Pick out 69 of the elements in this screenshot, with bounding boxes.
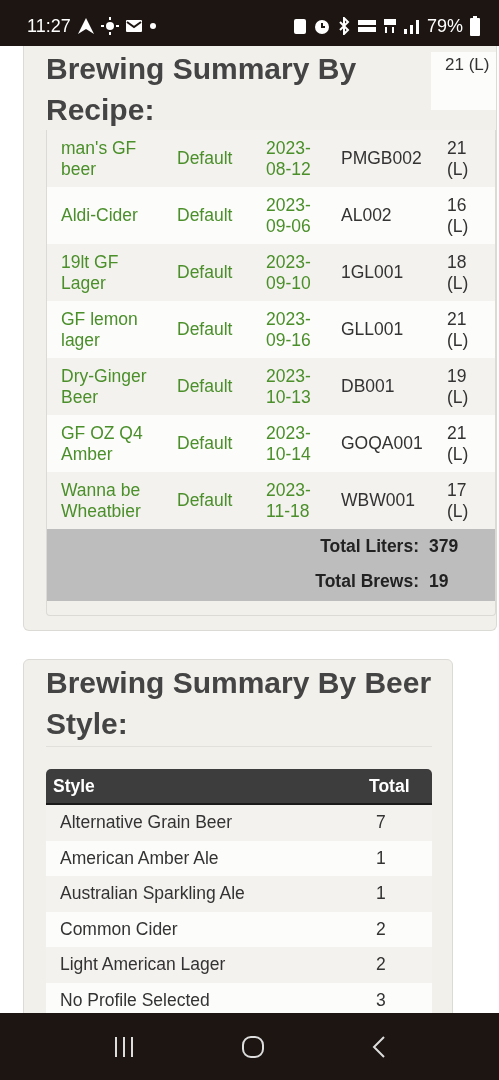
brewer-link[interactable]: Default bbox=[163, 376, 252, 397]
recipe-link[interactable]: GF OZ Q4 Amber bbox=[47, 422, 147, 465]
table-cell-text: 21 (L) bbox=[446, 422, 470, 465]
recipe-link[interactable]: man's GF beer bbox=[47, 137, 147, 180]
dot-icon bbox=[148, 22, 157, 30]
brewer-link[interactable]: Default bbox=[163, 319, 252, 340]
date-link[interactable]: 2023-09-10 bbox=[252, 251, 316, 294]
table-cell-text: WBW001 bbox=[340, 490, 416, 511]
sun-icon bbox=[100, 17, 119, 35]
date-link[interactable]: 2023-10-13 bbox=[252, 365, 316, 408]
total-value: 379 bbox=[429, 536, 460, 557]
table-cell-text: 2 bbox=[375, 954, 387, 976]
table-cell-text: 2 bbox=[375, 918, 387, 940]
recipe-link[interactable]: Dry-Ginger Beer bbox=[47, 365, 147, 408]
table-cell-text: PMGB002 bbox=[340, 148, 423, 169]
table-cell-text: 17 (L) bbox=[446, 479, 470, 522]
brewer-link[interactable]: Default bbox=[163, 205, 252, 226]
brewer-link[interactable]: Default bbox=[163, 262, 252, 283]
table-cell-text: 19 (L) bbox=[446, 365, 470, 408]
signal-icon bbox=[402, 18, 421, 34]
table-cell-text: DB001 bbox=[340, 376, 396, 397]
table-cell-text: 1GL001 bbox=[340, 262, 405, 283]
table-cell-text: GOQA001 bbox=[340, 433, 424, 454]
recipe-link[interactable]: GF lemon lager bbox=[47, 308, 147, 351]
recipe-link[interactable]: Aldi-Cider bbox=[47, 205, 147, 226]
recipe-link[interactable]: Wanna be Wheatbier bbox=[47, 479, 147, 522]
recent-apps-icon[interactable] bbox=[113, 1036, 136, 1057]
table-cell-text: 18 (L) bbox=[446, 251, 470, 294]
recipe-link[interactable]: 19lt GF Lager bbox=[47, 251, 147, 294]
table-cell: 21 (L) bbox=[431, 52, 496, 110]
alarm-icon bbox=[312, 17, 331, 35]
table-cell-text: 21 (L) bbox=[446, 137, 470, 180]
bluetooth-icon bbox=[336, 17, 351, 35]
total-label: Total Brews: bbox=[314, 571, 420, 592]
table-cell-text: Alternative Grain Beer bbox=[59, 812, 234, 834]
table-cell-text: AL002 bbox=[340, 205, 393, 226]
table-cell-text: 21 (L) bbox=[446, 308, 470, 351]
table-cell-text: No Profile Selected bbox=[59, 989, 211, 1011]
table-cell-text: American Amber Ale bbox=[59, 847, 220, 869]
date-link[interactable]: 2023-11-18 bbox=[252, 479, 316, 522]
mail-icon bbox=[124, 18, 143, 34]
date-link[interactable]: 2023-09-06 bbox=[252, 194, 316, 237]
navigation-icon bbox=[76, 17, 95, 35]
battery-icon bbox=[469, 16, 481, 36]
table-cell-text: 3 bbox=[375, 989, 387, 1011]
table-cell-text: Common Cider bbox=[59, 918, 179, 940]
brewer-link[interactable]: Default bbox=[163, 433, 252, 454]
clock-time: 11:27 bbox=[27, 15, 71, 37]
total-value: 19 bbox=[429, 571, 450, 592]
table-cell-text: Australian Sparkling Ale bbox=[59, 883, 246, 905]
brewer-link[interactable]: Default bbox=[163, 490, 252, 511]
table-cell-text: Light American Lager bbox=[59, 954, 227, 976]
section-title: Brewing Summary By Recipe: bbox=[46, 51, 358, 128]
total-label: Total Liters: bbox=[319, 536, 420, 557]
date-link[interactable]: 2023-09-16 bbox=[252, 308, 316, 351]
table-cell-text: 1 bbox=[375, 847, 387, 869]
section-title: Brewing Summary By Beer Style: bbox=[46, 662, 432, 747]
date-link[interactable]: 2023-08-12 bbox=[252, 137, 316, 180]
table-cell-text: 7 bbox=[375, 812, 387, 834]
battery-percent: 79% bbox=[426, 15, 463, 37]
date-link[interactable]: 2023-10-14 bbox=[252, 422, 316, 465]
table-cell-text: 1 bbox=[375, 883, 387, 905]
column-header: Total bbox=[368, 775, 411, 797]
table-cell-text: 16 (L) bbox=[446, 194, 470, 237]
brewer-link[interactable]: Default bbox=[163, 148, 252, 169]
back-icon[interactable] bbox=[371, 1034, 386, 1059]
column-header: Style bbox=[52, 775, 96, 797]
table-cell-text: GLL001 bbox=[340, 319, 405, 340]
home-icon[interactable] bbox=[241, 1034, 266, 1059]
